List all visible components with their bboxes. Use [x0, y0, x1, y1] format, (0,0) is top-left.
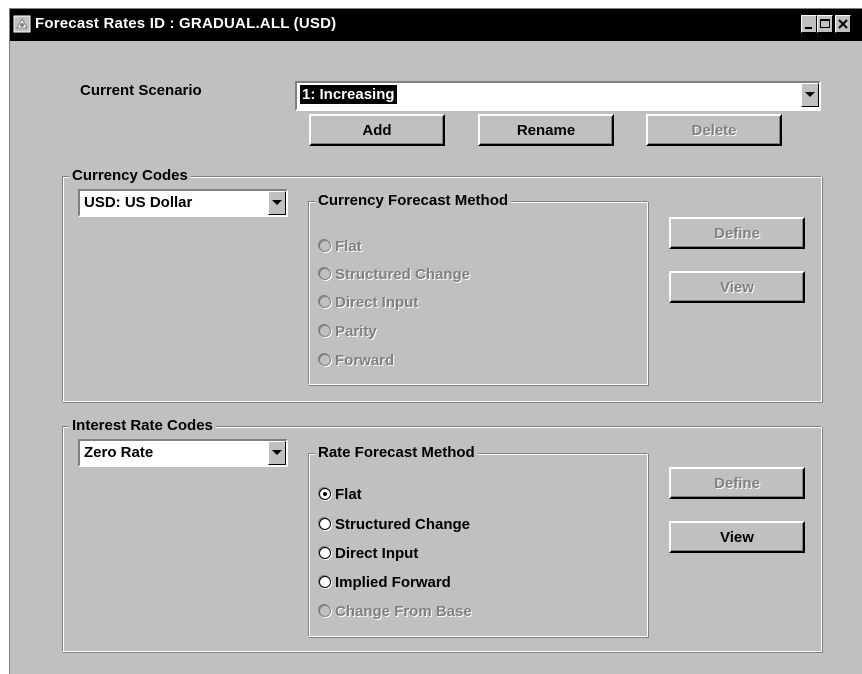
currency-codes-group: Currency Codes USD: US Dollar Currency F…: [62, 167, 822, 402]
method-label: Structured Change: [335, 265, 471, 283]
interest-rate-dropdown[interactable]: Zero Rate: [78, 439, 288, 467]
minimize-icon: [805, 27, 812, 29]
rate-view-button[interactable]: View: [669, 521, 805, 553]
currency-forecast-method-group: Currency Forecast Method Flat Structured…: [308, 192, 648, 385]
app-icon[interactable]: [13, 15, 31, 33]
currency-view-button[interactable]: View: [669, 271, 805, 303]
currency-dropdown[interactable]: USD: US Dollar: [78, 189, 288, 217]
radio-icon: [319, 518, 331, 530]
radio-icon: [319, 488, 331, 500]
scenario-dropdown[interactable]: 1: Increasing: [295, 81, 821, 111]
rate-forecast-method-label: Rate Forecast Method: [315, 444, 478, 461]
method-label: Direct Input: [335, 293, 419, 311]
currency-dropdown-arrow[interactable]: [268, 191, 286, 215]
method-label: Direct Input: [335, 544, 419, 562]
interest-rate-dropdown-arrow[interactable]: [268, 441, 286, 465]
scenario-value: 1: Increasing: [300, 85, 397, 104]
currency-codes-label: Currency Codes: [69, 167, 191, 184]
method-label: Flat: [335, 485, 362, 503]
scenario-dropdown-arrow[interactable]: [801, 83, 819, 107]
minimize-button[interactable]: [801, 15, 817, 33]
currency-method-forward[interactable]: Forward: [319, 350, 394, 370]
method-label: Structured Change: [335, 515, 471, 533]
currency-define-button[interactable]: Define: [669, 217, 805, 249]
method-label: Flat: [335, 237, 362, 255]
close-icon: [838, 19, 848, 29]
rate-method-implied-forward[interactable]: Implied Forward: [319, 572, 451, 592]
radio-icon: [319, 296, 331, 308]
currency-method-structured-change[interactable]: Structured Change: [319, 264, 470, 284]
close-button[interactable]: [835, 15, 851, 33]
maximize-icon: [820, 19, 830, 28]
radio-icon: [319, 325, 331, 337]
rate-method-flat[interactable]: Flat: [319, 484, 362, 504]
dropdown-arrow-icon: [805, 92, 815, 97]
currency-forecast-method-label: Currency Forecast Method: [315, 192, 512, 209]
forecast-rates-window: Forecast Rates ID : GRADUAL.ALL (USD) Cu…: [9, 8, 862, 674]
radio-icon: [319, 354, 331, 366]
current-scenario-label: Current Scenario: [80, 82, 202, 99]
title-bar[interactable]: Forecast Rates ID : GRADUAL.ALL (USD): [10, 9, 862, 41]
method-label: Forward: [335, 351, 395, 369]
dropdown-arrow-icon: [272, 200, 282, 205]
rate-forecast-method-group: Rate Forecast Method Flat Structured Cha…: [308, 444, 648, 637]
currency-value: USD: US Dollar: [84, 194, 193, 211]
radio-icon: [319, 605, 331, 617]
rate-method-change-from-base[interactable]: Change From Base: [319, 601, 472, 621]
currency-method-parity[interactable]: Parity: [319, 321, 377, 341]
radio-icon: [319, 268, 331, 280]
window-title: Forecast Rates ID : GRADUAL.ALL (USD): [35, 15, 337, 32]
interest-rate-codes-label: Interest Rate Codes: [69, 417, 216, 434]
method-label: Parity: [335, 322, 377, 340]
rate-define-button[interactable]: Define: [669, 467, 805, 499]
radio-icon: [319, 547, 331, 559]
radio-icon: [319, 576, 331, 588]
delete-button[interactable]: Delete: [646, 114, 782, 146]
interest-rate-value: Zero Rate: [84, 444, 154, 461]
currency-method-flat[interactable]: Flat: [319, 236, 362, 256]
radio-icon: [319, 240, 331, 252]
rename-button[interactable]: Rename: [478, 114, 614, 146]
method-label: Implied Forward: [335, 573, 451, 591]
rate-method-direct-input[interactable]: Direct Input: [319, 543, 418, 563]
method-label: Change From Base: [335, 602, 472, 620]
add-button[interactable]: Add: [309, 114, 445, 146]
maximize-button[interactable]: [817, 15, 833, 33]
rate-method-structured-change[interactable]: Structured Change: [319, 514, 470, 534]
currency-method-direct-input[interactable]: Direct Input: [319, 292, 418, 312]
interest-rate-codes-group: Interest Rate Codes Zero Rate Rate Forec…: [62, 417, 822, 652]
dropdown-arrow-icon: [272, 450, 282, 455]
